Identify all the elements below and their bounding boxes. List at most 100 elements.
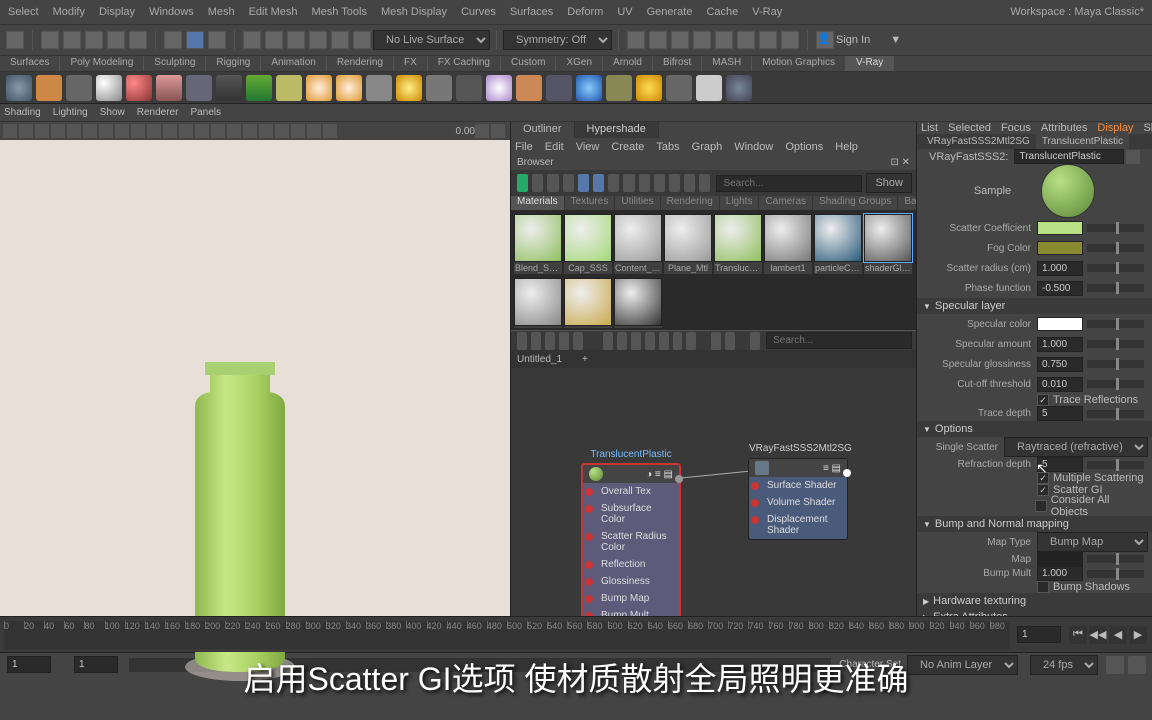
vp-tool-22[interactable] <box>491 124 505 138</box>
menu-vray[interactable]: V-Ray <box>752 6 782 18</box>
browser-search-input[interactable] <box>716 175 862 192</box>
node-output-port[interactable] <box>675 475 683 483</box>
section-options[interactable]: Options <box>917 421 1152 437</box>
ae-subtab-sg[interactable]: VRayFastSSS2Mtl2SG <box>921 134 1036 149</box>
trace-depth-slider[interactable] <box>1087 410 1144 418</box>
shelf-tab-mash[interactable]: MASH <box>702 56 752 71</box>
current-frame-input[interactable] <box>1017 626 1061 643</box>
nt-12[interactable] <box>686 332 696 350</box>
bump-shadows-checkbox[interactable] <box>1037 581 1049 593</box>
ipr-icon[interactable] <box>671 31 689 49</box>
menu-cache[interactable]: Cache <box>706 6 738 18</box>
bt-5[interactable] <box>578 174 589 192</box>
shelf-icon-3[interactable] <box>66 75 92 101</box>
node-input-port[interactable]: Reflection <box>583 556 679 573</box>
shelf-tab-poly[interactable]: Poly Modeling <box>60 56 144 71</box>
shelf-icon-23[interactable] <box>666 75 692 101</box>
vp-menu-renderer[interactable]: Renderer <box>137 107 179 118</box>
mat-tab-cameras[interactable]: Cameras <box>759 196 813 210</box>
add-tab-button[interactable]: + <box>582 354 588 365</box>
hs-menu-create[interactable]: Create <box>611 141 644 153</box>
shelf-tab-anim[interactable]: Animation <box>261 56 326 71</box>
consider-all-checkbox[interactable] <box>1035 500 1047 512</box>
shelf-terrain-icon[interactable] <box>246 75 272 101</box>
nt-5[interactable] <box>573 332 583 350</box>
vp-tool-18[interactable] <box>275 124 289 138</box>
refr-depth-input[interactable] <box>1037 457 1083 472</box>
attr-slider[interactable] <box>1087 284 1144 292</box>
live-surface-dropdown[interactable]: No Live Surface <box>373 30 490 50</box>
shelf-tab-arnold[interactable]: Arnold <box>603 56 653 71</box>
attr-slider[interactable] <box>1087 340 1144 348</box>
trace-reflections-checkbox[interactable] <box>1037 394 1049 406</box>
shelf-tab-render[interactable]: Rendering <box>327 56 394 71</box>
shelf-light-icon[interactable] <box>396 75 422 101</box>
attr-input[interactable] <box>1037 261 1083 276</box>
renderview-icon[interactable] <box>715 31 733 49</box>
vp-tool-2[interactable] <box>19 124 33 138</box>
bt-6[interactable] <box>593 174 604 192</box>
mat-tab-lights[interactable]: Lights <box>720 196 760 210</box>
node-search-input[interactable] <box>766 332 912 349</box>
refr-depth-slider[interactable] <box>1087 461 1144 469</box>
node-canvas[interactable]: TranslucentPlastic ◑ ≡ ▤ Overall TexSubs… <box>511 368 916 616</box>
rendersettings-icon[interactable] <box>693 31 711 49</box>
hypershade-icon[interactable] <box>737 31 755 49</box>
clear-graph-icon[interactable] <box>517 174 528 192</box>
shelf-tab-bifrost[interactable]: Bifrost <box>653 56 702 71</box>
vp-tool-9[interactable] <box>131 124 145 138</box>
bt-3[interactable] <box>547 174 558 192</box>
shelf-tab-sculpt[interactable]: Sculpting <box>144 56 206 71</box>
viewport[interactable]: 0.00 <box>0 122 511 616</box>
vp-tool-8[interactable] <box>115 124 129 138</box>
redo-icon[interactable] <box>129 31 147 49</box>
shelf-camera-icon[interactable] <box>456 75 482 101</box>
shelf-tab-vray[interactable]: V-Ray <box>846 56 894 71</box>
menu-editmesh[interactable]: Edit Mesh <box>249 6 298 18</box>
menu-select[interactable]: Select <box>8 6 39 18</box>
shelf-vray-logo-icon[interactable] <box>6 75 32 101</box>
vp-tool-20[interactable] <box>307 124 321 138</box>
ae-tab-attrs[interactable]: Attributes <box>1041 122 1087 134</box>
shelf-sun2-icon[interactable] <box>636 75 662 101</box>
ae-tab-show[interactable]: Show <box>1143 122 1152 134</box>
attr-slider[interactable] <box>1087 320 1144 328</box>
mat-tab-utilities[interactable]: Utilities <box>615 196 660 210</box>
bump-mult-input[interactable] <box>1037 566 1083 581</box>
nt-13[interactable] <box>711 332 721 350</box>
range-start-input[interactable] <box>7 656 51 673</box>
vp-tool-10[interactable] <box>147 124 161 138</box>
mat-tab-sg[interactable]: Shading Groups <box>813 196 898 210</box>
menu-windows[interactable]: Windows <box>149 6 194 18</box>
browser-show-button[interactable]: Show <box>866 173 912 193</box>
vp-tool-17[interactable] <box>259 124 273 138</box>
hs-menu-help[interactable]: Help <box>835 141 858 153</box>
ae-focus-icon[interactable] <box>1126 150 1140 164</box>
lighteditor-icon[interactable] <box>759 31 777 49</box>
vp-tool-5[interactable] <box>67 124 81 138</box>
vp-tool-7[interactable] <box>99 124 113 138</box>
nt-10[interactable] <box>659 332 669 350</box>
shelf-icon-18[interactable] <box>516 75 542 101</box>
shelf-tab-motion[interactable]: Motion Graphics <box>752 56 846 71</box>
user-icon[interactable]: 👤 <box>816 31 834 49</box>
nt-7[interactable] <box>617 332 627 350</box>
material-item[interactable] <box>564 278 612 328</box>
vp-tool-21[interactable] <box>475 124 489 138</box>
shelf-globe-icon[interactable] <box>576 75 602 101</box>
shelf-icon-6[interactable] <box>156 75 182 101</box>
save-icon[interactable] <box>85 31 103 49</box>
node-input-port[interactable]: Surface Shader <box>749 477 847 494</box>
bump-mult-slider[interactable] <box>1087 570 1144 578</box>
shelf-tab-fxcache[interactable]: FX Caching <box>428 56 501 71</box>
section-bump[interactable]: Bump and Normal mapping <box>917 516 1152 532</box>
shelf-icon-7[interactable] <box>186 75 212 101</box>
ae-tab-selected[interactable]: Selected <box>948 122 991 134</box>
timeline[interactable]: 0204060801001201401601802002202402602803… <box>0 616 1152 652</box>
vp-tool-6[interactable] <box>83 124 97 138</box>
attr-input[interactable] <box>1037 337 1083 352</box>
node-canvas-tab[interactable]: Untitled_1 <box>517 354 562 365</box>
ae-subtab-material[interactable]: TranslucentPlastic <box>1036 134 1129 149</box>
vp-tool-19[interactable] <box>291 124 305 138</box>
play-back-button[interactable]: ◀ <box>1109 626 1127 644</box>
